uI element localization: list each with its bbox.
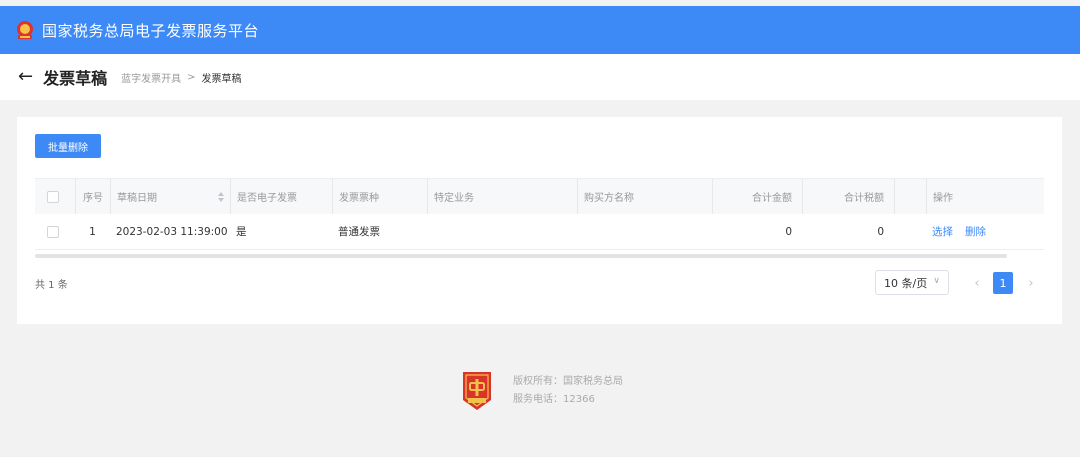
row-date: 2023-02-03 11:39:00 xyxy=(116,225,228,238)
row-select-cell xyxy=(35,214,75,249)
delete-link[interactable]: 删除 xyxy=(965,224,986,239)
footer-copyright: 版权所有：国家税务总局 xyxy=(513,376,623,387)
breadcrumb-separator: > xyxy=(187,71,196,83)
top-navbar: 国家税务总局电子发票服务平台 xyxy=(0,6,1080,54)
tax-badge-icon xyxy=(460,370,494,412)
sort-icon[interactable] xyxy=(218,192,224,202)
row-amount: 0 xyxy=(785,225,792,238)
page-header: ← 发票草稿 蓝字发票开具 > 发票草稿 xyxy=(0,54,1080,100)
column-header-date[interactable]: 草稿日期 xyxy=(110,179,230,214)
footer: 版权所有：国家税务总局 服务电话：12366 xyxy=(460,370,623,412)
national-emblem-icon xyxy=(14,19,36,41)
row-checkbox[interactable] xyxy=(47,225,59,238)
column-header-buyer: 购买方名称 xyxy=(577,179,712,214)
column-header-actions: 操作 xyxy=(926,179,1044,214)
column-header-amount: 合计金额 xyxy=(712,179,802,214)
horizontal-scrollbar[interactable] xyxy=(35,254,1007,258)
row-business xyxy=(427,214,577,249)
column-header-type: 发票票种 xyxy=(332,179,427,214)
page-size-value: 10 条/页 xyxy=(884,276,928,290)
row-electronic: 是 xyxy=(236,226,247,238)
column-header-spacer xyxy=(894,179,926,214)
row-buyer xyxy=(577,214,712,249)
content-card: 批量删除 序号 草稿日期 是否电子发票 发票票种 特定业务 购买方名称 合计金额… xyxy=(17,117,1062,324)
select-link[interactable]: 选择 xyxy=(932,224,953,239)
batch-delete-button[interactable]: 批量删除 xyxy=(35,134,101,158)
draft-table: 序号 草稿日期 是否电子发票 发票票种 特定业务 购买方名称 合计金额 合计税额… xyxy=(35,178,1044,250)
footer-phone: 服务电话：12366 xyxy=(513,394,595,405)
column-header-electronic: 是否电子发票 xyxy=(230,179,332,214)
column-header-date-label: 草稿日期 xyxy=(117,193,157,204)
row-tax: 0 xyxy=(877,225,884,238)
row-actions: 选择 删除 xyxy=(926,214,1044,249)
table-row: 1 2023-02-03 11:39:00 是 普通发票 0 0 选择 删除 xyxy=(35,214,1044,250)
table-header: 序号 草稿日期 是否电子发票 发票票种 特定业务 购买方名称 合计金额 合计税额… xyxy=(35,178,1044,214)
page-title: 发票草稿 xyxy=(43,69,108,88)
row-invoice-type: 普通发票 xyxy=(338,226,380,238)
row-index: 1 xyxy=(89,225,96,238)
footer-info: 版权所有：国家税务总局 服务电话：12366 xyxy=(513,373,623,409)
header-select-all-cell xyxy=(35,179,75,214)
breadcrumb-item-blue-invoice[interactable]: 蓝字发票开具 xyxy=(121,70,181,85)
page-number-current[interactable]: 1 xyxy=(993,272,1013,294)
app-title: 国家税务总局电子发票服务平台 xyxy=(42,21,260,40)
select-all-checkbox[interactable] xyxy=(47,190,59,203)
column-header-business: 特定业务 xyxy=(427,179,577,214)
total-count: 共 1 条 xyxy=(35,280,68,291)
chevron-right-icon[interactable]: › xyxy=(1021,272,1041,294)
column-header-tax: 合计税额 xyxy=(802,179,894,214)
chevron-left-icon[interactable]: ‹ xyxy=(967,272,987,294)
column-header-index: 序号 xyxy=(75,179,110,214)
chevron-down-icon: ∨ xyxy=(933,276,940,286)
row-spacer xyxy=(894,214,926,249)
breadcrumb-item-current: 发票草稿 xyxy=(201,73,242,85)
page-size-select[interactable]: 10 条/页 ∨ xyxy=(875,270,949,295)
back-arrow-icon[interactable]: ← xyxy=(18,68,33,86)
